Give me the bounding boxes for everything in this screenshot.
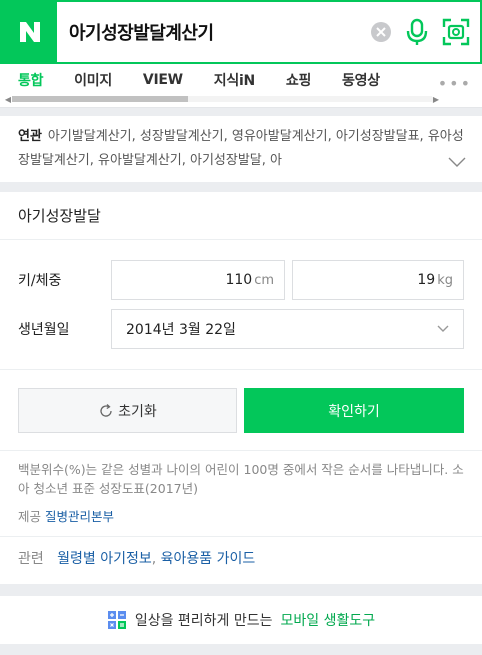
birthdate-label: 생년월일	[18, 322, 70, 338]
lens-icon[interactable]	[442, 18, 470, 46]
tab-shopping[interactable]: 쇼핑	[286, 70, 311, 90]
tabs-scrollbar[interactable]: ◀ ▶	[4, 94, 440, 104]
tab-image[interactable]: 이미지	[74, 70, 112, 90]
confirm-label: 확인하기	[328, 403, 380, 420]
reset-label: 초기화	[118, 403, 157, 420]
divider	[0, 536, 482, 537]
search-bar: 아기성장발달계산기	[0, 0, 482, 64]
mobile-tools-link[interactable]: 모바일 생활도구	[281, 610, 376, 630]
chevron-down-icon	[437, 325, 449, 332]
percentile-note: 백분위수(%)는 같은 성별과 나이의 어린이 100명 중에서 작은 순서를 …	[18, 462, 464, 496]
reset-button[interactable]: 초기화	[18, 388, 237, 433]
calculator-icon	[107, 611, 126, 629]
tab-all[interactable]: 통합	[18, 70, 43, 90]
divider	[0, 450, 482, 451]
scroll-right-icon[interactable]: ▶	[432, 95, 440, 104]
divider	[0, 369, 482, 370]
height-unit: cm	[254, 272, 274, 288]
scrollbar-thumb[interactable]	[12, 96, 189, 102]
search-tabs: 통합 이미지 VIEW 지식iN 쇼핑 동영상 ••• ◀ ▶	[0, 64, 482, 108]
source-link[interactable]: 질병관리본부	[45, 509, 114, 524]
naver-n-icon	[19, 22, 40, 42]
related-keywords[interactable]: 아기발달계산기, 성장발달계산기, 영유아발달계산기, 아기성장발달표, 유아성…	[18, 129, 464, 168]
clear-icon[interactable]	[370, 21, 392, 43]
weight-value: 19	[417, 272, 436, 288]
tab-kin[interactable]: 지식iN	[214, 70, 255, 90]
tab-video[interactable]: 동영상	[342, 70, 380, 90]
source-label: 제공	[18, 509, 42, 524]
scroll-left-icon[interactable]: ◀	[4, 95, 12, 104]
source-line: 제공 질병관리본부	[18, 506, 114, 525]
birthdate-select[interactable]: 2014년 3월 22일	[111, 309, 464, 349]
footer-text: 일상을 편리하게 만드는	[134, 613, 273, 629]
height-input[interactable]: 110 cm	[111, 260, 285, 300]
monthly-baby-info-link[interactable]: 월령별 아기정보	[57, 551, 152, 567]
tab-view[interactable]: VIEW	[143, 72, 183, 88]
mobile-tools-footer[interactable]: 일상을 편리하게 만드는 모바일 생활도구	[0, 596, 482, 644]
weight-unit: kg	[437, 272, 453, 288]
refresh-icon	[100, 403, 112, 417]
scrollbar-track[interactable]	[12, 96, 432, 102]
related-searches: 연관 아기발달계산기, 성장발달계산기, 영유아발달계산기, 아기성장발달표, 유…	[0, 116, 482, 182]
search-input[interactable]: 아기성장발달계산기	[57, 19, 370, 45]
chevron-down-icon[interactable]	[448, 152, 466, 176]
height-weight-label: 키/체중	[18, 273, 62, 289]
height-value: 110	[225, 272, 253, 288]
baby-goods-guide-link[interactable]: 육아용품 가이드	[161, 551, 256, 567]
confirm-button[interactable]: 확인하기	[244, 388, 464, 433]
related-links: 관련 월령별 아기정보, 육아용품 가이드	[18, 548, 255, 568]
naver-logo[interactable]	[2, 2, 57, 62]
related-links-label: 관련	[18, 551, 44, 567]
related-label: 연관	[18, 129, 42, 144]
weight-input[interactable]: 19 kg	[292, 260, 464, 300]
mic-icon[interactable]	[406, 18, 428, 46]
growth-calculator: 아기성장발달 키/체중 110 cm 19 kg 생년월일 2014년 3월 2…	[0, 192, 482, 584]
related-separator: ,	[151, 551, 157, 567]
more-tabs-button[interactable]: •••	[438, 74, 472, 93]
birthdate-value: 2014년 3월 22일	[126, 322, 236, 338]
calculator-title: 아기성장발달	[0, 192, 482, 240]
